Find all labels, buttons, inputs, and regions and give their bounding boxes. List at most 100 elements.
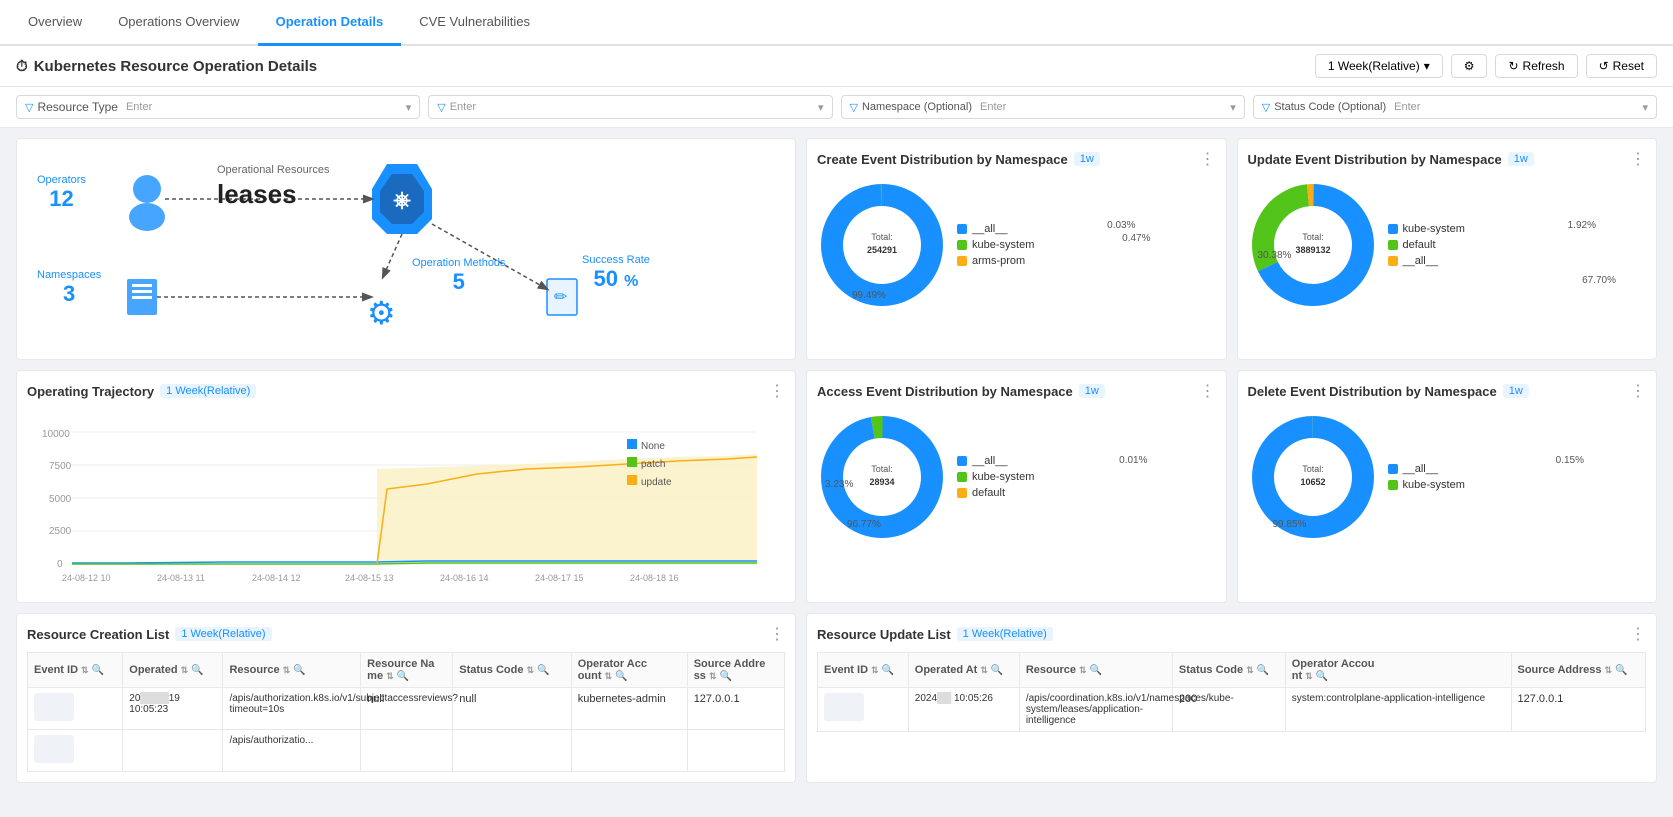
- creation-list-title: Resource Creation List: [27, 627, 169, 642]
- charts-right-bottom: Access Event Distribution by Namespace 1…: [806, 370, 1657, 603]
- tab-bar: Overview Operations Overview Operation D…: [0, 0, 1673, 46]
- refresh-button[interactable]: ↻ Refresh: [1495, 54, 1577, 78]
- chevron-down-icon: ▾: [818, 101, 824, 114]
- chevron-down-icon: ▾: [1424, 59, 1430, 73]
- tab-overview[interactable]: Overview: [10, 0, 100, 46]
- svg-text:Total:: Total:: [871, 464, 893, 474]
- chevron-down-icon: ▾: [1230, 101, 1236, 114]
- filter-resource-type[interactable]: ▽ Resource Type Enter ▾: [16, 95, 420, 119]
- chart-badge-access: 1w: [1079, 384, 1105, 398]
- resource-name: leases: [217, 179, 297, 210]
- table-row: /apis/authorizatio...: [28, 730, 785, 772]
- filter-icon: ▽: [437, 101, 445, 114]
- tab-operations-overview[interactable]: Operations Overview: [100, 0, 257, 46]
- update-legend: kube-system default __all__: [1388, 223, 1465, 267]
- create-chart-card: Create Event Distribution by Namespace 1…: [806, 138, 1227, 360]
- chart-title-create: Create Event Distribution by Namespace: [817, 152, 1068, 167]
- col-operator-account-u: Operator Account⇅🔍: [1285, 653, 1511, 688]
- col-event-id: Event ID⇅🔍: [28, 653, 123, 688]
- creation-list-card: Resource Creation List 1 Week(Relative) …: [16, 613, 796, 783]
- svg-text:✏: ✏: [554, 289, 568, 306]
- trajectory-title: Operating Trajectory: [27, 384, 154, 399]
- row-1: ⎈ ⚙ ✏: [16, 138, 1657, 360]
- update-list-header: Resource Update List 1 Week(Relative) ⋮: [817, 624, 1646, 644]
- svg-text:24-08-18 16: 24-08-18 16: [630, 573, 679, 583]
- svg-text:24-08-16 14: 24-08-16 14: [440, 573, 489, 583]
- svg-text:10000: 10000: [42, 429, 70, 440]
- delete-donut: Total: 10652 __all__ kube-system: [1248, 407, 1647, 547]
- chart-header-create: Create Event Distribution by Namespace 1…: [817, 149, 1216, 169]
- creation-list-header: Resource Creation List 1 Week(Relative) …: [27, 624, 785, 644]
- chart-menu-delete[interactable]: ⋮: [1630, 381, 1646, 401]
- col-status-code: Status Code⇅🔍: [453, 653, 571, 688]
- chart-header-delete: Delete Event Distribution by Namespace 1…: [1248, 381, 1647, 401]
- update-list-table: Event ID⇅🔍 Operated At⇅🔍 Resource⇅🔍 Stat…: [817, 652, 1646, 732]
- svg-text:2500: 2500: [49, 526, 72, 537]
- svg-text:10652: 10652: [1300, 477, 1325, 487]
- chart-header-access: Access Event Distribution by Namespace 1…: [817, 381, 1216, 401]
- update-list-card: Resource Update List 1 Week(Relative) ⋮ …: [806, 613, 1657, 783]
- settings-button[interactable]: ⚙: [1451, 54, 1488, 78]
- event-id-avatar-2: [34, 735, 74, 763]
- reset-button[interactable]: ↺ Reset: [1586, 54, 1657, 78]
- svg-text:24-08-15 13: 24-08-15 13: [345, 573, 394, 583]
- update-donut-svg: Total: 3889132: [1248, 180, 1378, 310]
- filters-bar: ▽ Resource Type Enter ▾ ▽ Enter ▾ ▽ Name…: [0, 87, 1673, 128]
- success-rate-stat: Success Rate 50 %: [582, 254, 650, 292]
- namespaces-stat: Namespaces 3: [37, 269, 101, 307]
- overview-content: ⎈ ⚙ ✏: [27, 149, 785, 349]
- svg-text:Total:: Total:: [1302, 232, 1324, 242]
- svg-text:24-08-14 12: 24-08-14 12: [252, 573, 301, 583]
- filter-namespace[interactable]: ▽ Namespace (Optional) Enter ▾: [841, 95, 1245, 119]
- delete-chart-card: Delete Event Distribution by Namespace 1…: [1237, 370, 1658, 603]
- col-resource-u: Resource⇅🔍: [1019, 653, 1172, 688]
- update-list-badge: 1 Week(Relative): [957, 627, 1053, 641]
- chart-menu-access[interactable]: ⋮: [1200, 381, 1216, 401]
- svg-text:None: None: [641, 441, 665, 452]
- header-actions: 1 Week(Relative) ▾ ⚙ ↻ Refresh ↺ Reset: [1315, 54, 1657, 78]
- svg-text:24-08-17 15: 24-08-17 15: [535, 573, 584, 583]
- refresh-icon: ↻: [1508, 59, 1518, 73]
- creation-list-badge: 1 Week(Relative): [175, 627, 271, 641]
- col-resource: Resource⇅🔍: [223, 653, 361, 688]
- op-methods-stat: Operation Methods 5: [412, 257, 506, 295]
- chart-badge-create: 1w: [1074, 152, 1100, 166]
- col-resource-name: Resource Name⇅🔍: [361, 653, 453, 688]
- col-operated-at-u: Operated At⇅🔍: [908, 653, 1019, 688]
- page-header: ⏱ Kubernetes Resource Operation Details …: [0, 46, 1673, 87]
- tab-operation-details[interactable]: Operation Details: [258, 0, 402, 46]
- svg-text:⚙: ⚙: [367, 295, 396, 331]
- time-range-button[interactable]: 1 Week(Relative) ▾: [1315, 54, 1443, 78]
- svg-text:24-08-13 11: 24-08-13 11: [157, 573, 205, 583]
- chevron-down-icon: ▾: [1642, 101, 1648, 114]
- app-container: Overview Operations Overview Operation D…: [0, 0, 1673, 793]
- svg-text:254291: 254291: [867, 245, 897, 255]
- event-id-avatar-u: [824, 693, 864, 721]
- creation-list-menu[interactable]: ⋮: [769, 624, 785, 644]
- update-list-menu[interactable]: ⋮: [1630, 624, 1646, 644]
- filter-icon: ▽: [25, 101, 33, 114]
- chart-menu-update[interactable]: ⋮: [1630, 149, 1646, 169]
- filter-icon: ▽: [850, 101, 858, 114]
- col-event-id-u: Event ID⇅🔍: [818, 653, 909, 688]
- chart-menu-create[interactable]: ⋮: [1200, 149, 1216, 169]
- resource-type-label: Operational Resources: [217, 164, 330, 176]
- reset-icon: ↺: [1599, 59, 1609, 73]
- filter-status-code[interactable]: ▽ Status Code (Optional) Enter ▾: [1253, 95, 1657, 119]
- update-list-title: Resource Update List: [817, 627, 951, 642]
- title-icon: ⏱: [16, 58, 28, 75]
- table-row: 20████1910:05:23 /apis/authorization.k8s…: [28, 688, 785, 730]
- table-row: 2024██ 10:05:26 /apis/coordination.k8s.i…: [818, 688, 1646, 732]
- update-donut: Total: 3889132 kube-system default __all…: [1248, 175, 1647, 315]
- chart-title-update: Update Event Distribution by Namespace: [1248, 152, 1502, 167]
- trajectory-header: Operating Trajectory 1 Week(Relative) ⋮: [27, 381, 785, 401]
- creation-list-table: Event ID⇅🔍 Operated⇅🔍 Resource⇅🔍 Resourc…: [27, 652, 785, 772]
- trajectory-menu[interactable]: ⋮: [769, 381, 785, 401]
- filter-second[interactable]: ▽ Enter ▾: [428, 95, 832, 119]
- row-2: Operating Trajectory 1 Week(Relative) ⋮ …: [16, 370, 1657, 603]
- col-operated-at: Operated⇅🔍: [123, 653, 223, 688]
- event-id-avatar: [34, 693, 74, 721]
- col-source-address: Source Address⇅🔍: [687, 653, 784, 688]
- filter-icon: ▽: [1262, 101, 1270, 114]
- tab-cve[interactable]: CVE Vulnerabilities: [401, 0, 548, 46]
